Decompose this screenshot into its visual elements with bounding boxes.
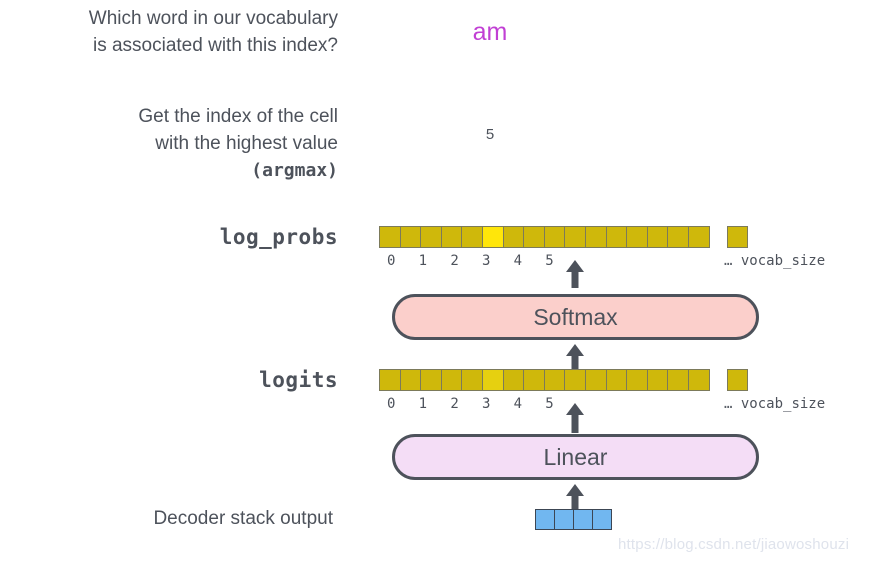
decoder-stack-output-label: Decoder stack output [153,508,333,529]
vector-logits-tick-labels: 0 1 2 3 4 5 [387,396,562,412]
vocab-size-text: vocab_size [740,253,826,269]
vector-cell [399,226,422,248]
vector-logits-cells [379,369,710,391]
annotation-argmax-text: Get the index of the cell with the highe… [138,106,338,154]
vector-cell [626,369,648,391]
vector-cell [523,226,545,248]
vector-cell [543,226,566,248]
vector-cell [461,369,483,391]
vector-cell [667,369,689,391]
vector-cell [502,369,525,391]
decoder-cell [573,509,593,530]
vector-cell [584,369,607,391]
vector-logits [379,369,749,391]
arrow-logits-to-softmax [564,343,586,371]
decoder-cell [554,509,574,530]
vector-cell [646,369,669,391]
vector-cell [667,226,689,248]
softmax-label: Softmax [533,303,618,330]
vector-cell [502,226,525,248]
vector-cell-highlighted [481,369,504,391]
vector-log-probs-tick-labels: 0 1 2 3 4 5 [387,253,562,269]
annotation-argmax: Get the index of the cell with the highe… [8,103,338,184]
annotation-argmax-code: (argmax) [251,160,338,181]
row-label-logits: logits [259,368,338,392]
vector-cell [543,369,566,391]
vector-log-probs [379,226,749,248]
vector-cell [687,226,710,248]
linear-label: Linear [543,443,608,470]
linear-block[interactable]: Linear [392,434,759,480]
decoder-cell [592,509,612,530]
diagram-canvas: Which word in our vocabulary is associat… [0,0,869,561]
vector-cell [584,226,607,248]
vector-cell [420,369,442,391]
vector-log-probs-tail-label: … vocab_size [724,253,825,269]
vector-cell [687,369,710,391]
vector-cell [605,226,628,248]
vector-logits-tail-label: … vocab_size [724,396,825,412]
vector-cell [399,369,422,391]
row-label-log-probs: log_probs [219,225,338,249]
watermark-text: https://blog.csdn.net/jiaowoshouzi [618,536,850,553]
arrow-linear-to-logits [564,402,586,434]
vector-cell [646,226,669,248]
vector-tail-cell [726,369,749,391]
vector-cell [379,226,401,248]
annotation-vocabulary-question: Which word in our vocabulary is associat… [88,8,338,56]
vector-cell-highlighted [481,226,504,248]
decoder-stack-output-vector [535,509,612,530]
vector-cell [523,369,545,391]
vector-cell [461,226,483,248]
vector-log-probs-cells [379,226,710,248]
vector-cell [564,369,586,391]
vector-tail-cell [726,226,749,248]
ellipsis-icon: … [724,253,733,269]
ellipsis-icon: … [724,396,733,412]
vector-cell [440,369,463,391]
vector-cell [420,226,442,248]
softmax-block[interactable]: Softmax [392,294,759,340]
predicted-index-value: 5 [485,126,495,143]
arrow-softmax-to-log-probs [564,259,586,289]
vector-cell [605,369,628,391]
vector-cell [626,226,648,248]
decoder-cell [535,509,555,530]
predicted-word-value: am [472,18,508,46]
vocab-size-text: vocab_size [740,396,826,412]
vector-cell [564,226,586,248]
vector-cell [379,369,401,391]
vector-cell [440,226,463,248]
